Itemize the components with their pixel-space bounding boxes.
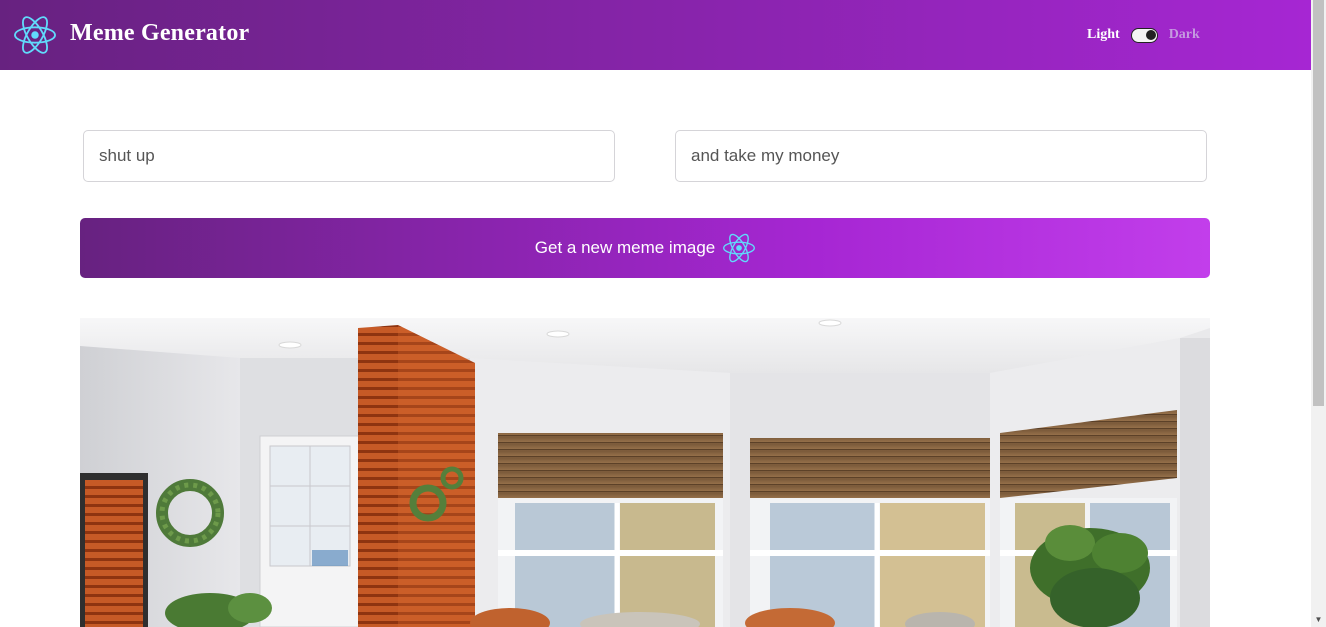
theme-dark-label: Dark <box>1168 27 1200 42</box>
new-meme-image-button[interactable]: Get a new meme image <box>80 218 1210 278</box>
new-meme-image-button-label: Get a new meme image <box>534 238 716 257</box>
react-atom-icon <box>723 233 756 263</box>
theme-toggle: Light Dark <box>1087 24 1200 46</box>
top-text-input[interactable] <box>83 130 615 182</box>
meme-generator-page: Meme Generator Light Dark Get a new meme… <box>0 0 1326 627</box>
window-2 <box>750 438 990 627</box>
vertical-scrollbar[interactable]: ▼ <box>1311 0 1326 627</box>
window-1 <box>498 433 723 627</box>
room-interior-image <box>80 318 1210 627</box>
theme-switch-knob <box>1145 29 1156 40</box>
plant-left <box>165 593 272 627</box>
react-atom-icon <box>14 16 56 54</box>
meme-image <box>80 318 1210 627</box>
theme-light-label: Light <box>1087 27 1120 42</box>
bottom-text-input[interactable] <box>675 130 1207 182</box>
scroll-down-arrow-icon[interactable]: ▼ <box>1311 612 1326 627</box>
theme-switch[interactable] <box>1130 27 1158 43</box>
app-title: Meme Generator <box>70 20 250 46</box>
header-bar: Meme Generator Light Dark <box>0 0 1311 70</box>
scrollbar-thumb[interactable] <box>1313 0 1324 406</box>
